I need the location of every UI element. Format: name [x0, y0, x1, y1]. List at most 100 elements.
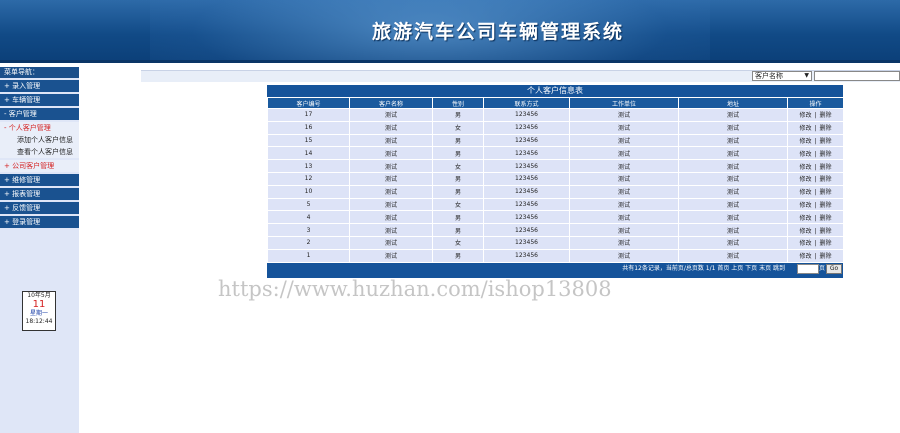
sidebar-item-entry[interactable]: + 录入管理	[0, 80, 79, 92]
page-jump-input[interactable]	[797, 263, 819, 274]
cell-gender: 男	[432, 248, 484, 263]
cell-employer: 测试	[569, 184, 679, 199]
cell-address: 测试	[678, 184, 788, 199]
action-separator: |	[814, 125, 817, 133]
cell-address: 测试	[678, 171, 788, 186]
table-row: 17 测试男 123456 测试 测试 修改 | 删除	[267, 108, 844, 122]
cell-gender: 女	[432, 197, 484, 212]
sidebar-item-vehicles[interactable]: + 车辆管理	[0, 94, 79, 106]
cell-gender: 男	[432, 146, 484, 161]
col-header-gender: 性别	[432, 97, 484, 109]
action-separator: |	[814, 150, 817, 158]
sidebar-item-personal-customers[interactable]: - 个人客户管理	[0, 122, 79, 134]
delete-link[interactable]: 删除	[820, 202, 832, 209]
cell-name: 测试	[349, 171, 433, 186]
sidebar-item-login[interactable]: + 登录管理	[0, 216, 79, 228]
delete-link[interactable]: 删除	[820, 189, 832, 196]
delete-link[interactable]: 删除	[820, 228, 832, 235]
edit-link[interactable]: 修改	[799, 240, 811, 247]
sidebar-subitem-view-personal[interactable]: 查看个人客户信息	[0, 146, 79, 158]
cell-gender: 男	[432, 210, 484, 225]
col-header-employer: 工作单位	[569, 97, 679, 109]
search-field-select[interactable]: 客户名称 ▼	[752, 71, 812, 81]
watermark-url: https://www.huzhan.com/ishop13808	[218, 277, 612, 301]
cell-actions: 修改 | 删除	[787, 133, 844, 148]
edit-link[interactable]: 修改	[799, 176, 811, 183]
action-separator: |	[814, 253, 817, 261]
cell-address: 测试	[678, 248, 788, 263]
cell-gender: 男	[432, 184, 484, 199]
table-row: 15 测试男 123456 测试 测试 修改 | 删除	[267, 133, 844, 148]
cell-contact: 123456	[483, 108, 570, 122]
action-separator: |	[814, 112, 817, 120]
cell-id: 2	[267, 235, 350, 250]
cell-contact: 123456	[483, 146, 570, 161]
cell-name: 测试	[349, 184, 433, 199]
table-row: 1 测试男 123456 测试 测试 修改 | 删除	[267, 248, 844, 263]
cell-employer: 测试	[569, 146, 679, 161]
delete-link[interactable]: 删除	[820, 176, 832, 183]
cell-id: 3	[267, 223, 350, 237]
calendar-widget: 10年5月 11 星期一 18:12:44	[22, 291, 56, 331]
table-row: 10 测试男 123456 测试 测试 修改 | 删除	[267, 184, 844, 199]
edit-link[interactable]: 修改	[799, 202, 811, 209]
cell-contact: 123456	[483, 235, 570, 250]
delete-link[interactable]: 删除	[820, 112, 832, 119]
cell-employer: 测试	[569, 197, 679, 212]
page-title: 旅游汽车公司车辆管理系统	[372, 21, 625, 43]
cell-actions: 修改 | 删除	[787, 146, 844, 161]
delete-link[interactable]: 删除	[820, 215, 832, 222]
cell-employer: 测试	[569, 133, 679, 148]
edit-link[interactable]: 修改	[799, 253, 811, 260]
cell-address: 测试	[678, 133, 788, 148]
cell-id: 5	[267, 197, 350, 212]
delete-link[interactable]: 删除	[820, 151, 832, 158]
cell-id: 10	[267, 184, 350, 199]
cell-employer: 测试	[569, 159, 679, 173]
edit-link[interactable]: 修改	[799, 215, 811, 222]
action-separator: |	[814, 227, 817, 235]
edit-link[interactable]: 修改	[799, 228, 811, 235]
sidebar-item-customers[interactable]: - 客户管理	[0, 108, 79, 120]
cell-gender: 女	[432, 120, 484, 135]
search-input[interactable]	[814, 71, 900, 81]
cell-name: 测试	[349, 120, 433, 135]
cell-gender: 男	[432, 108, 484, 122]
cell-contact: 123456	[483, 248, 570, 263]
sidebar-item-company-customers[interactable]: + 公司客户管理	[0, 160, 79, 172]
edit-link[interactable]: 修改	[799, 112, 811, 119]
cell-id: 12	[267, 171, 350, 186]
cell-contact: 123456	[483, 184, 570, 199]
sidebar-item-reports[interactable]: + 报表管理	[0, 188, 79, 200]
cell-actions: 修改 | 删除	[787, 120, 844, 135]
cell-name: 测试	[349, 210, 433, 225]
sidebar-item-feedback[interactable]: + 反馈管理	[0, 202, 79, 214]
delete-link[interactable]: 删除	[820, 138, 832, 145]
go-button[interactable]: Go	[826, 263, 842, 274]
cell-id: 16	[267, 120, 350, 135]
pagination-info[interactable]: 共有12条记录，当前页/总页数 1/1 首页 上页 下页 末页 跳到	[622, 263, 785, 275]
delete-link[interactable]: 删除	[820, 253, 832, 260]
sidebar-item-maintenance[interactable]: + 维修管理	[0, 174, 79, 186]
edit-link[interactable]: 修改	[799, 138, 811, 145]
cell-contact: 123456	[483, 120, 570, 135]
sidebar-subitem-add-personal[interactable]: 添加个人客户信息	[0, 134, 79, 146]
cell-employer: 测试	[569, 210, 679, 225]
calendar-time: 18:12:44	[25, 318, 53, 325]
action-separator: |	[814, 137, 817, 145]
edit-link[interactable]: 修改	[799, 189, 811, 196]
cell-contact: 123456	[483, 159, 570, 173]
delete-link[interactable]: 删除	[820, 240, 832, 247]
edit-link[interactable]: 修改	[799, 164, 811, 171]
calendar-day: 11	[32, 299, 46, 310]
delete-link[interactable]: 删除	[820, 125, 832, 132]
edit-link[interactable]: 修改	[799, 125, 811, 132]
cell-contact: 123456	[483, 171, 570, 186]
table-row: 14 测试男 123456 测试 测试 修改 | 删除	[267, 146, 844, 161]
delete-link[interactable]: 删除	[820, 164, 832, 171]
table-row: 5 测试女 123456 测试 测试 修改 | 删除	[267, 197, 844, 212]
cell-employer: 测试	[569, 171, 679, 186]
edit-link[interactable]: 修改	[799, 151, 811, 158]
table-row: 4 测试男 123456 测试 测试 修改 | 删除	[267, 210, 844, 225]
col-header-contact: 联系方式	[483, 97, 570, 109]
